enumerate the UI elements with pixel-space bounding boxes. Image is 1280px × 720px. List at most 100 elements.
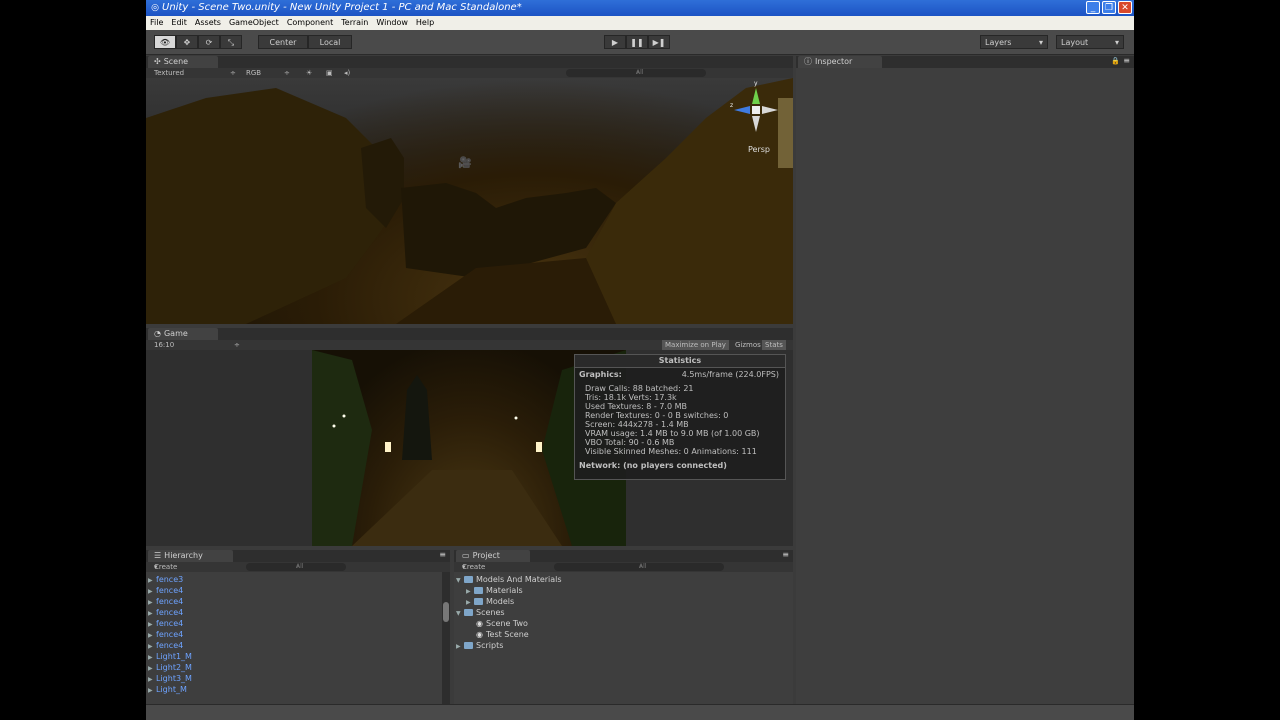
- tree-item[interactable]: ▶ Scripts: [456, 640, 503, 652]
- view-tool-button[interactable]: 👁: [154, 35, 176, 49]
- pivot-local-button[interactable]: Local: [308, 35, 352, 49]
- gizmos-toggle[interactable]: Gizmos: [732, 340, 764, 350]
- scene-tab-label: Scene: [163, 57, 189, 66]
- project-panel: ▭ Project ≡ Create ▾ ⌕ All ▼ Models And Mat…: [454, 550, 793, 704]
- scrollbar-thumb[interactable]: [443, 602, 449, 622]
- play-icon: ▶: [611, 38, 619, 47]
- pause-button[interactable]: ❚❚: [626, 35, 648, 49]
- hierarchy-toolbar: Create ▾ ⌕ All: [146, 562, 450, 572]
- play-button[interactable]: ▶: [604, 35, 626, 49]
- move-icon: ✥: [183, 38, 191, 47]
- scene-search-placeholder: All: [636, 69, 644, 76]
- persp-label[interactable]: Persp: [748, 145, 770, 154]
- menu-component[interactable]: Component: [283, 16, 337, 30]
- game-viewport[interactable]: Statistics Graphics: 4.5ms/frame (224.0F…: [146, 350, 793, 546]
- pause-icon: ❚❚: [630, 38, 644, 47]
- menu-file[interactable]: File: [146, 16, 167, 30]
- light-dot: [342, 414, 346, 418]
- tab-hierarchy[interactable]: ☰ Hierarchy: [148, 550, 233, 562]
- scale-tool-button[interactable]: ⤡: [220, 35, 242, 49]
- hierarchy-tabrow: ☰ Hierarchy ≡: [146, 550, 450, 562]
- layers-label: Layers: [985, 38, 1012, 47]
- tree-item[interactable]: ◉ Scene Two: [476, 618, 528, 629]
- aspect-dropdown[interactable]: 16:10: [154, 340, 174, 350]
- project-create-dropdown[interactable]: Create ▾: [462, 562, 485, 572]
- stats-toggle[interactable]: Stats: [762, 340, 786, 350]
- panel-menu-icon[interactable]: ≡: [782, 550, 789, 559]
- tab-project[interactable]: ▭ Project: [456, 550, 530, 562]
- stat-line: VBO Total: 90 - 0.6 MB: [585, 438, 675, 447]
- color-mode-dropdown[interactable]: RGB: [246, 68, 261, 78]
- eye-icon: 👁: [159, 38, 171, 47]
- project-search-input[interactable]: ⌕ All: [554, 563, 724, 571]
- menu-edit[interactable]: Edit: [167, 16, 191, 30]
- hierarchy-create-dropdown[interactable]: Create ▾: [154, 562, 177, 572]
- maximize-on-play-toggle[interactable]: Maximize on Play: [662, 340, 729, 350]
- tree-item[interactable]: ◉ Test Scene: [476, 629, 529, 640]
- camera-gizmo-icon[interactable]: 🎥: [458, 156, 472, 169]
- item-label: fence4: [156, 608, 184, 617]
- statistics-title: Statistics: [575, 355, 785, 368]
- scene-tabrow: ✣ Scene: [146, 56, 793, 68]
- inspector-panel: ⓘ Inspector 🔒 ≡: [796, 56, 1134, 704]
- project-tree: ▼ Models And Materials ▶ Materials ▶ Models…: [454, 572, 793, 704]
- sun-icon: ☀: [306, 69, 313, 77]
- folder-tab-icon: ▭: [462, 551, 470, 560]
- statistics-overlay: Statistics Graphics: 4.5ms/frame (224.0F…: [574, 354, 786, 480]
- y-axis-cone: [752, 88, 760, 104]
- scene-icon: ✣: [154, 57, 161, 66]
- menu-assets[interactable]: Assets: [191, 16, 225, 30]
- hierarchy-search-input[interactable]: ⌕ All: [246, 563, 346, 571]
- list-item[interactable]: ▶ Light_M: [148, 684, 187, 696]
- render-mode-arrow-icon: ÷: [230, 69, 236, 77]
- light-dot: [514, 416, 518, 420]
- render-mode-dropdown[interactable]: Textured: [154, 68, 184, 78]
- tree-item-label: Test Scene: [486, 630, 529, 639]
- tab-inspector[interactable]: ⓘ Inspector: [798, 56, 883, 68]
- menu-bar: File Edit Assets GameObject Component Te…: [146, 16, 1134, 30]
- move-tool-button[interactable]: ✥: [176, 35, 198, 49]
- folder-icon: [464, 609, 473, 616]
- folder-icon: [474, 587, 483, 594]
- scene-viewport[interactable]: 🎥 y z Persp: [146, 78, 793, 324]
- main-toolbar: 👁 ✥ ⟳ ⤡ Center Local ▶ ❚❚ ▶❚ Layers ▾ Lay…: [146, 30, 1134, 55]
- tree-item-label: Scene Two: [486, 619, 528, 628]
- gizmo-y-label: y: [754, 80, 758, 87]
- maximize-button[interactable]: ❐: [1102, 1, 1116, 14]
- step-icon: ▶❚: [652, 38, 666, 47]
- hierarchy-scrollbar[interactable]: [442, 572, 450, 704]
- panel-menu-icon[interactable]: ≡: [439, 550, 446, 559]
- path: [352, 470, 562, 546]
- tab-game[interactable]: ◔ Game: [148, 328, 218, 340]
- menu-terrain[interactable]: Terrain: [337, 16, 372, 30]
- minimize-button[interactable]: _: [1086, 1, 1100, 14]
- folder-icon: [474, 598, 483, 605]
- step-button[interactable]: ▶❚: [648, 35, 670, 49]
- rotate-tool-button[interactable]: ⟳: [198, 35, 220, 49]
- lock-icon[interactable]: 🔒: [1111, 57, 1120, 65]
- x-axis-cone: [762, 106, 778, 114]
- scene-search-input[interactable]: ⌕ All: [566, 69, 706, 77]
- panel-menu-icon[interactable]: ≡: [1123, 56, 1130, 65]
- gizmo-z-label: z: [730, 102, 734, 109]
- create-label: Create: [462, 563, 486, 571]
- list-icon: ☰: [154, 551, 162, 560]
- folder-icon: [464, 642, 473, 649]
- tab-scene[interactable]: ✣ Scene: [148, 56, 219, 68]
- tree-item-label: Materials: [486, 586, 523, 595]
- orientation-gizmo[interactable]: y z: [730, 80, 782, 136]
- project-search-placeholder: All: [639, 563, 647, 570]
- layers-dropdown[interactable]: Layers ▾: [980, 35, 1048, 49]
- title-bar: ◎ Unity - Scene Two.unity - New Unity Pr…: [146, 0, 1134, 16]
- neg-y-cone: [752, 116, 760, 132]
- window-title: Unity - Scene Two.unity - New Unity Proj…: [162, 2, 522, 13]
- close-button[interactable]: ✕: [1118, 1, 1132, 14]
- layout-dropdown[interactable]: Layout ▾: [1056, 35, 1124, 49]
- pivot-center-button[interactable]: Center: [258, 35, 308, 49]
- menu-window[interactable]: Window: [372, 16, 412, 30]
- menu-help[interactable]: Help: [412, 16, 438, 30]
- menu-gameobject[interactable]: GameObject: [225, 16, 283, 30]
- aspect-arrow-icon: ÷: [234, 341, 240, 349]
- tree-item-label: Models: [486, 597, 515, 606]
- expand-arrow-icon: ▶: [148, 687, 153, 694]
